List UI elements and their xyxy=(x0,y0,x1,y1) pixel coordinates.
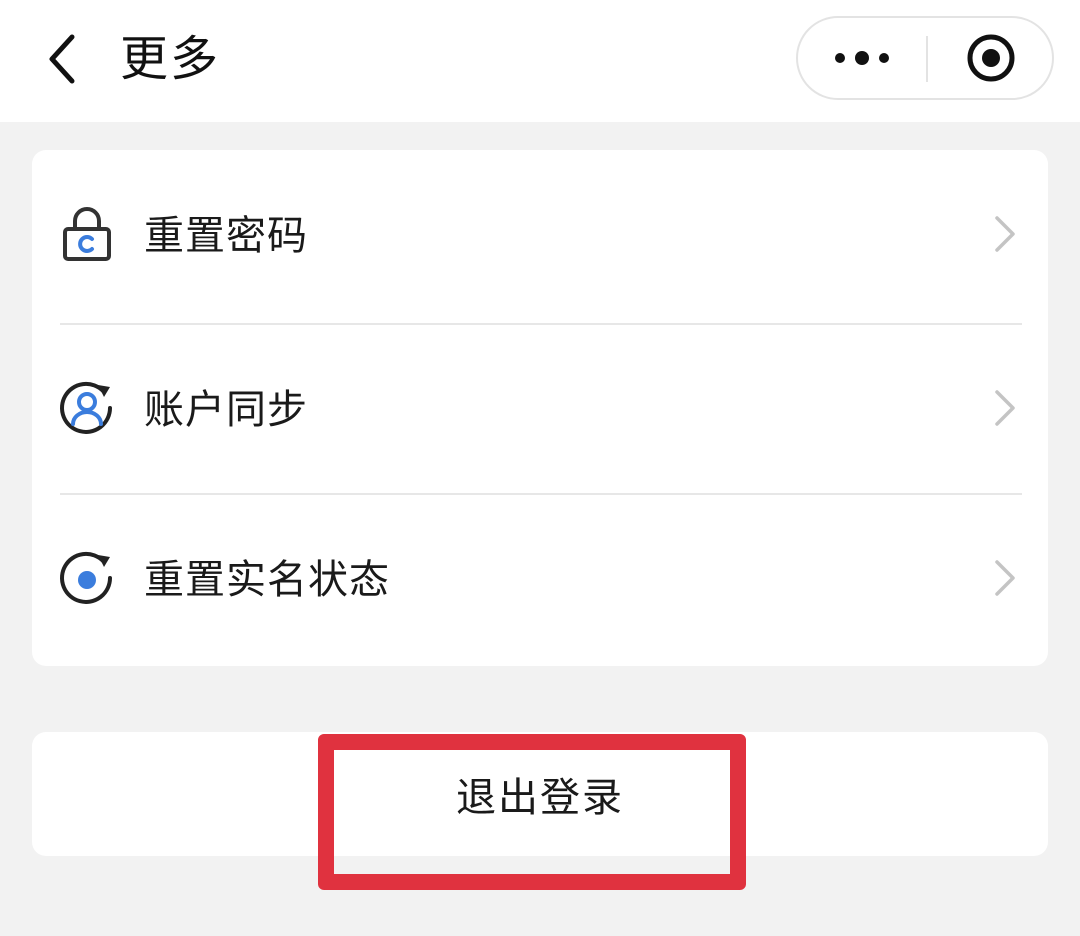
navigation-bar: 更多 xyxy=(0,0,1080,122)
menu-item-reset-password[interactable]: 重置密码 xyxy=(32,150,1048,320)
chevron-left-icon xyxy=(49,34,75,84)
logout-card: 退出登录 xyxy=(32,732,1048,856)
page-title: 更多 xyxy=(120,31,221,87)
logout-button[interactable]: 退出登录 xyxy=(32,732,1048,856)
chevron-right-icon xyxy=(990,214,1020,254)
menu-item-reset-realname-status[interactable]: 重置实名状态 xyxy=(32,494,1048,664)
menu-item-label: 重置实名状态 xyxy=(144,557,390,603)
menu-item-label: 账户同步 xyxy=(144,387,308,433)
chevron-right-icon xyxy=(990,558,1020,598)
mini-program-capsule xyxy=(796,16,1054,100)
menu-item-label: 重置密码 xyxy=(144,213,308,259)
more-dots-icon xyxy=(835,51,889,65)
menu-item-account-sync[interactable]: 账户同步 xyxy=(32,324,1048,494)
back-button[interactable] xyxy=(34,24,90,94)
chevron-right-icon xyxy=(990,388,1020,428)
lock-reset-icon xyxy=(58,205,116,263)
target-circle-icon xyxy=(967,34,1015,82)
settings-menu-card: 重置密码 账户同步 重置实名状态 xyxy=(32,150,1048,666)
reset-realname-icon xyxy=(58,549,116,607)
more-options-button[interactable] xyxy=(798,18,926,98)
close-mini-program-button[interactable] xyxy=(928,18,1054,98)
account-sync-icon xyxy=(58,379,116,437)
